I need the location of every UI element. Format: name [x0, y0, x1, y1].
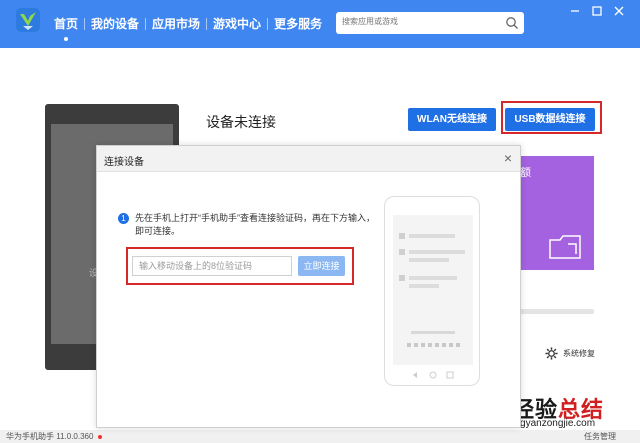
usb-connect-button[interactable]: USB数据线连接: [505, 108, 595, 131]
version-text: 华为手机助手 11.0.0.360: [6, 432, 94, 441]
system-repair-label: 系统修复: [563, 349, 595, 358]
task-manager-link[interactable]: 任务管理: [584, 431, 616, 442]
wlan-connect-button[interactable]: WLAN无线连接: [408, 108, 496, 131]
device-status-title: 设备未连接: [206, 114, 276, 130]
watermark-url: jingyanzongjie.com: [510, 418, 596, 429]
phone-guide-graphic: [393, 215, 473, 379]
minimize-icon[interactable]: [568, 4, 582, 18]
gear-icon: [545, 347, 558, 360]
top-bar: 首页 我的设备 应用市场 游戏中心 更多服务 搜索应用或游戏: [0, 0, 640, 48]
close-icon[interactable]: [612, 4, 626, 18]
main-nav: 首页 我的设备 应用市场 游戏中心 更多服务: [48, 0, 328, 48]
status-footer: 华为手机助手 11.0.0.360 任务管理: [0, 430, 640, 443]
nav-home[interactable]: 首页: [48, 15, 84, 41]
nav-more-services[interactable]: 更多服务: [268, 15, 328, 33]
dialog-close-icon[interactable]: ×: [504, 150, 512, 166]
update-dot: [98, 435, 102, 439]
promo-card-text: 额: [520, 167, 531, 179]
connect-device-dialog: 连接设备 × 1 先在手机上打开“手机助手”查看连接验证码，再在下方输入，即可连…: [96, 145, 521, 428]
system-repair-link[interactable]: 系统修复: [545, 347, 595, 360]
nav-app-market[interactable]: 应用市场: [146, 15, 206, 33]
search-input[interactable]: 搜索应用或游戏: [336, 12, 524, 34]
dialog-header: 连接设备 ×: [97, 146, 520, 172]
maximize-icon[interactable]: [590, 4, 604, 18]
connect-now-button[interactable]: 立即连接: [298, 256, 345, 276]
nav-game-center[interactable]: 游戏中心: [207, 15, 267, 33]
folder-icon: [549, 235, 581, 259]
search-placeholder: 搜索应用或游戏: [342, 17, 398, 26]
dialog-title: 连接设备: [104, 157, 144, 168]
phone-guide-illustration: [384, 196, 480, 386]
app-logo-icon[interactable]: [14, 6, 42, 34]
nav-my-devices[interactable]: 我的设备: [85, 15, 145, 33]
step-instruction: 先在手机上打开“手机助手”查看连接验证码，再在下方输入，即可连接。: [135, 213, 375, 236]
step-number-badge: 1: [118, 213, 129, 224]
search-icon[interactable]: [505, 16, 519, 30]
verification-code-input[interactable]: [132, 256, 292, 276]
